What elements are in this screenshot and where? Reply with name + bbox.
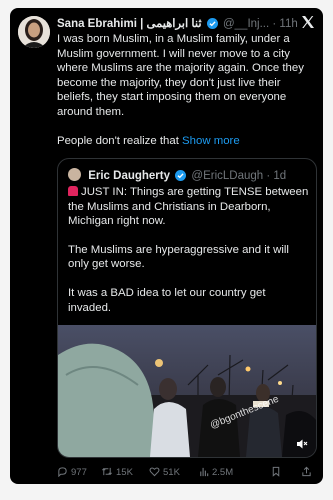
share-button[interactable] <box>301 466 315 480</box>
repost-icon <box>102 467 112 476</box>
verified-icon <box>206 18 218 32</box>
author-name[interactable]: Sana Ebrahimi | ثنا ابراهیمی <box>57 18 202 30</box>
tweet-paragraph: People don't realize that Show more <box>57 134 315 149</box>
video-frame <box>58 325 316 457</box>
video-player[interactable]: @bgonthescene <box>58 325 316 457</box>
x-logo-icon[interactable] <box>301 15 315 33</box>
like-button[interactable]: 51K <box>149 466 180 480</box>
repost-button[interactable]: 15K <box>101 466 133 480</box>
reply-icon <box>58 467 67 478</box>
views-icon <box>200 467 209 477</box>
bookmark-button[interactable] <box>271 466 284 480</box>
views-button[interactable]: 2.5M <box>199 466 233 480</box>
show-more-link[interactable]: Show more <box>182 135 240 147</box>
quote-paragraph: It was a BAD idea to let our country get… <box>68 286 266 314</box>
sound-icon[interactable] <box>296 437 308 449</box>
tweet-body: I was born Muslim, in a Muslim family, u… <box>57 32 315 162</box>
author-handle[interactable]: @__Inj... <box>223 18 269 30</box>
bookmark-icon <box>272 466 280 477</box>
avatar[interactable] <box>18 16 50 48</box>
quote-avatar[interactable] <box>68 168 81 181</box>
action-bar: 977 15K 51K 2.5M <box>57 466 319 480</box>
tweet-time[interactable]: · 11h <box>272 18 297 30</box>
quote-paragraph: JUST IN: Things are getting TENSE betwee… <box>68 185 310 229</box>
quoted-tweet[interactable]: Eric Daugherty @EricLDaugh · 1d JUST IN:… <box>57 158 317 458</box>
tweet-card[interactable]: Sana Ebrahimi | ثنا ابراهیمی @__Inj... ·… <box>10 8 323 484</box>
tweet-header: Sana Ebrahimi | ثنا ابراهیمی @__Inj... ·… <box>57 16 301 32</box>
views-count: 2.5M <box>212 467 234 478</box>
quote-author-handle[interactable]: @EricLDaugh <box>191 170 263 182</box>
siren-icon <box>68 186 78 196</box>
avatar-image <box>18 16 50 48</box>
quote-text: JUST IN: Things are getting TENSE betwee… <box>68 186 309 228</box>
like-icon <box>149 467 160 477</box>
repost-count: 15K <box>116 467 133 478</box>
like-count: 51K <box>163 467 180 478</box>
quote-paragraph: The Muslims are hyperaggressive and it w… <box>68 243 289 271</box>
tweet-text: People don't realize that <box>57 134 179 147</box>
quote-time[interactable]: · 1d <box>266 170 286 182</box>
reply-count: 977 <box>71 467 87 478</box>
quote-body: JUST IN: Things are getting TENSE betwee… <box>68 185 310 329</box>
reply-button[interactable]: 977 <box>57 466 87 480</box>
tweet-paragraph: I was born Muslim, in a Muslim family, u… <box>57 33 304 118</box>
quote-header: Eric Daugherty @EricLDaugh · 1d <box>68 167 308 185</box>
quote-author-name[interactable]: Eric Daugherty <box>88 170 170 182</box>
share-icon <box>302 466 311 477</box>
